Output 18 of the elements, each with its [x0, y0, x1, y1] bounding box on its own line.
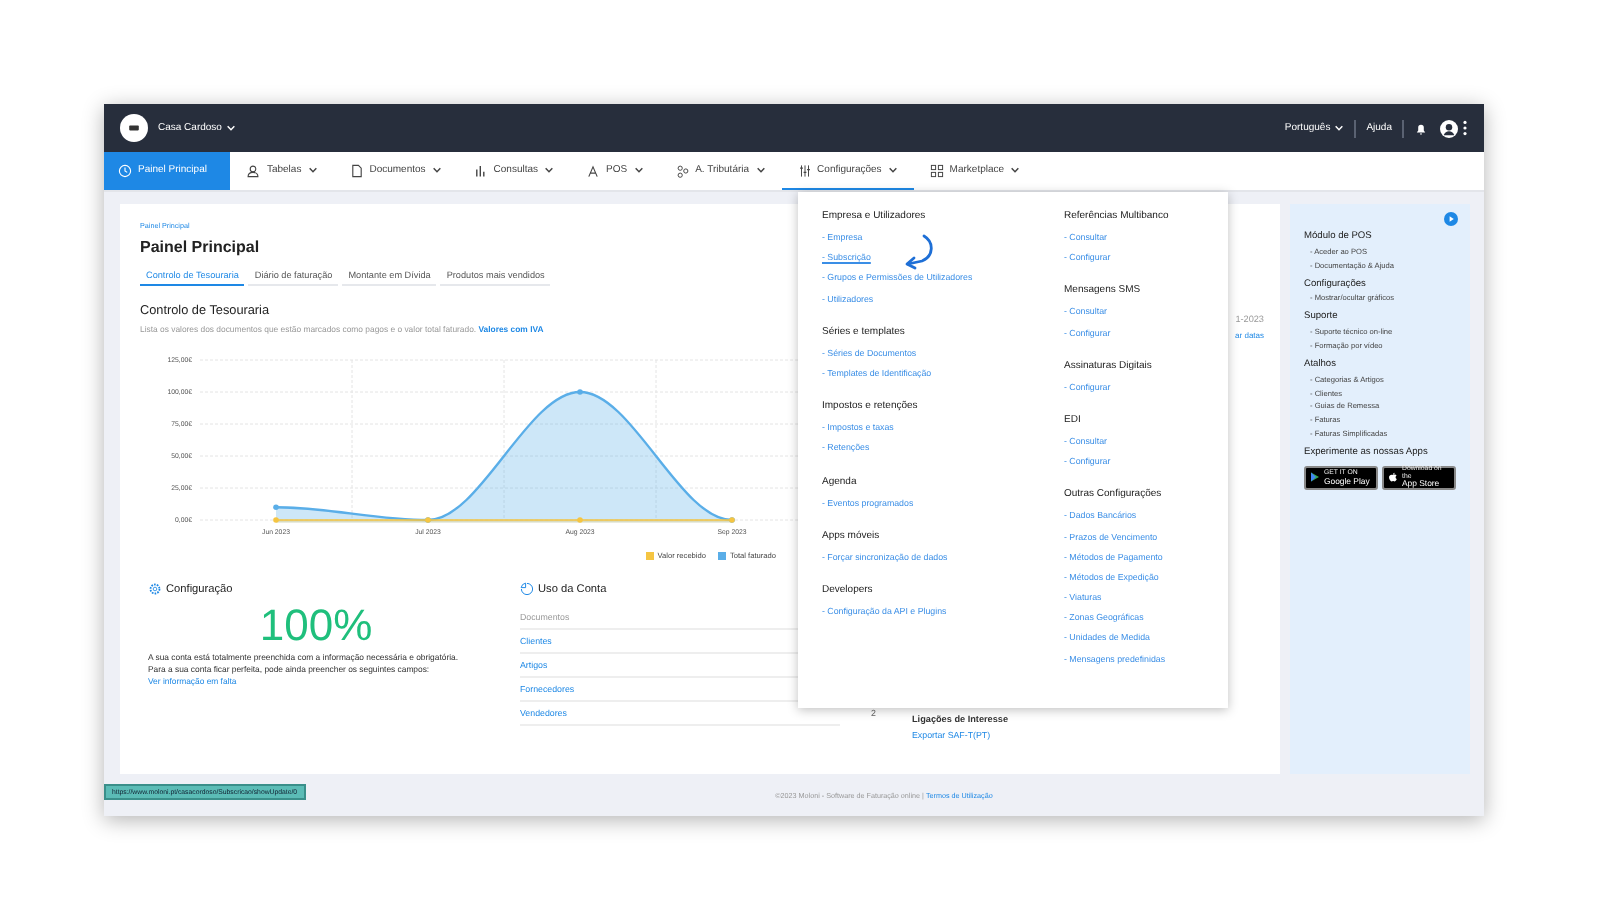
page-title: Painel Principal: [140, 238, 260, 256]
document-icon: [349, 163, 364, 177]
network-icon: [675, 163, 690, 177]
user-avatar-icon[interactable]: [1440, 119, 1458, 137]
caret-icon: [225, 124, 236, 132]
completion-percent: 100%: [257, 600, 375, 652]
more-icon[interactable]: [1462, 120, 1468, 136]
grid-icon: [929, 163, 944, 177]
clock-icon: [118, 163, 132, 177]
pie-chart-icon: [520, 582, 534, 596]
caret-icon: [1334, 124, 1345, 132]
company-logo: [120, 114, 148, 142]
play-icon[interactable]: [1444, 212, 1458, 226]
sliders-icon: [797, 163, 812, 177]
bar-chart-icon: [473, 163, 488, 177]
gear-icon: [148, 582, 162, 596]
user-icon: [246, 163, 261, 177]
bell-icon[interactable]: [1414, 121, 1428, 135]
